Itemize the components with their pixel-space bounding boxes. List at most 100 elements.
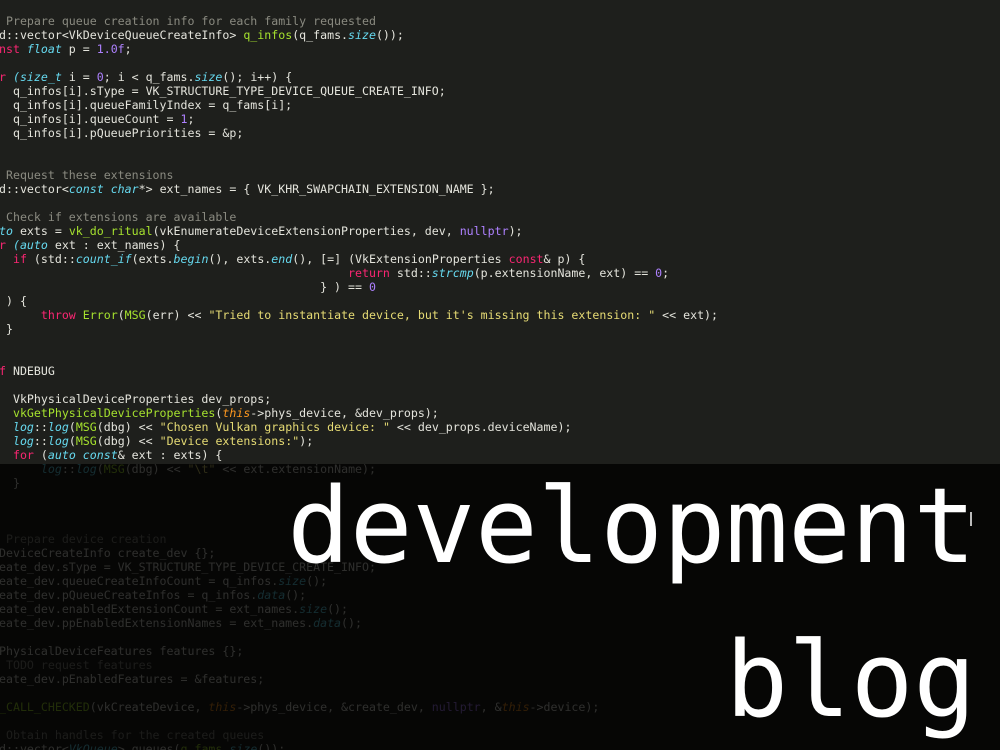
code-line: Check if extensions are available: [0, 210, 718, 224]
code-token: VkPhysicalDeviceProperties dev_props;: [0, 392, 272, 406]
code-token: ::: [33, 434, 48, 448]
code-token: } ) ==: [0, 280, 369, 294]
code-token: p =: [61, 42, 97, 56]
code-token: end: [271, 252, 293, 266]
code-line: q_infos[i].queueCount = 1;: [0, 112, 718, 126]
code-line: throw Error(MSG(err) << "Tried to instan…: [0, 308, 718, 322]
code-token: (), [=] (VkExtensionProperties: [292, 252, 509, 266]
code-token: (: [33, 448, 48, 462]
code-token: size: [194, 70, 223, 84]
code-token: return: [348, 266, 390, 280]
code-token: 0: [96, 70, 104, 84]
code-token: & ext : exts) {: [117, 448, 223, 462]
code-line: Request these extensions: [0, 168, 718, 182]
code-token: float: [26, 42, 62, 56]
code-token: d::vector<: [0, 182, 69, 196]
code-token: "Chosen Vulkan graphics device: ": [159, 420, 390, 434]
code-token: (), exts.: [208, 252, 272, 266]
code-token: begin: [173, 252, 209, 266]
code-token: log: [12, 434, 34, 448]
code-token: r: [0, 70, 13, 84]
screenshot-root: Prepare queue creation info for each fam…: [0, 0, 1000, 750]
code-token: ;: [187, 112, 195, 126]
code-token: "Device extensions:": [159, 434, 300, 448]
code-token: 0: [368, 280, 376, 294]
code-line: vkGetPhysicalDeviceProperties(this->phys…: [0, 406, 718, 420]
code-token: ) {: [0, 294, 27, 308]
code-token: (: [68, 434, 76, 448]
code-token: "Tried to instantiate device, but it's m…: [208, 308, 656, 322]
code-line: ) {: [0, 294, 718, 308]
code-token: exts =: [12, 224, 69, 238]
code-token: nullptr: [459, 224, 509, 238]
code-token: to: [0, 224, 13, 238]
code-token: size: [348, 28, 376, 42]
code-line: to exts = vk_do_ritual(vkEnumerateDevice…: [0, 224, 718, 238]
code-token: q_infos[i].pQueuePriorities = &p;: [0, 126, 244, 140]
code-line: q_infos[i].sType = VK_STRUCTURE_TYPE_DEV…: [0, 84, 718, 98]
code-line: Prepare queue creation info for each fam…: [0, 14, 718, 28]
code-token: (size_t: [12, 70, 62, 84]
code-token: ext : ext_names) {: [47, 238, 181, 252]
code-token: (auto: [12, 238, 48, 252]
code-token: (exts.: [131, 252, 174, 266]
code-token: r: [0, 238, 13, 252]
code-token: );: [508, 224, 523, 238]
code-token: Error: [82, 308, 118, 322]
code-token: auto const: [47, 448, 118, 462]
code-token: MSG: [124, 308, 146, 322]
code-token: *> ext_names = { VK_KHR_SWAPCHAIN_EXTENS…: [138, 182, 495, 196]
banner-title-line-2: blog: [725, 619, 976, 741]
code-token: }: [0, 322, 13, 336]
code-token: MSG: [75, 434, 97, 448]
code-token: q_infos[i].queueCount =: [0, 112, 181, 126]
code-line: VkPhysicalDeviceProperties dev_props;: [0, 392, 718, 406]
code-line: }: [0, 322, 718, 336]
code-token: (vkEnumerateDeviceExtensionProperties, d…: [152, 224, 460, 238]
code-line: d::vector<VkDeviceQueueCreateInfo> q_inf…: [0, 28, 718, 42]
code-line: r (size_t i = 0; i < q_fams.size(); i++)…: [0, 70, 718, 84]
code-line: if (std::count_if(exts.begin(), exts.end…: [0, 252, 718, 266]
code-line: f NDEBUG: [0, 364, 718, 378]
code-token: log: [12, 420, 34, 434]
code-token: count_if: [75, 252, 132, 266]
code-token: Check if extensions are available: [0, 210, 237, 224]
code-token: (dbg) <<: [96, 420, 160, 434]
code-token: (q_fams.: [292, 28, 349, 42]
code-token: MSG: [75, 420, 97, 434]
code-token: << dev_props.deviceName);: [389, 420, 572, 434]
code-line: for (auto const& ext : exts) {: [0, 448, 718, 462]
code-line: } ) == 0: [0, 280, 718, 294]
code-line: r (auto ext : ext_names) {: [0, 238, 718, 252]
code-line: log::log(MSG(dbg) << "Device extensions:…: [0, 434, 718, 448]
code-token: Prepare queue creation info for each fam…: [0, 14, 376, 28]
code-line: q_infos[i].queueFamilyIndex = q_fams[i];: [0, 98, 718, 112]
code-token: const: [508, 252, 544, 266]
code-token: q_infos: [243, 28, 293, 42]
code-token: if: [12, 252, 27, 266]
code-token: );: [299, 434, 314, 448]
code-token: vkGetPhysicalDeviceProperties: [12, 406, 216, 420]
code-token: ; i < q_fams.: [103, 70, 195, 84]
code-token: q_infos[i].queueFamilyIndex = q_fams[i];: [0, 98, 293, 112]
code-token: Request these extensions: [0, 168, 174, 182]
code-token: vk_do_ritual: [68, 224, 153, 238]
code-token: std::: [389, 266, 432, 280]
code-token: log: [47, 420, 69, 434]
code-token: const char: [68, 182, 139, 196]
code-token: (p.extensionName, ext) ==: [473, 266, 656, 280]
code-token: d::vector<VkDeviceQueueCreateInfo>: [0, 28, 244, 42]
code-token: ::: [33, 420, 48, 434]
